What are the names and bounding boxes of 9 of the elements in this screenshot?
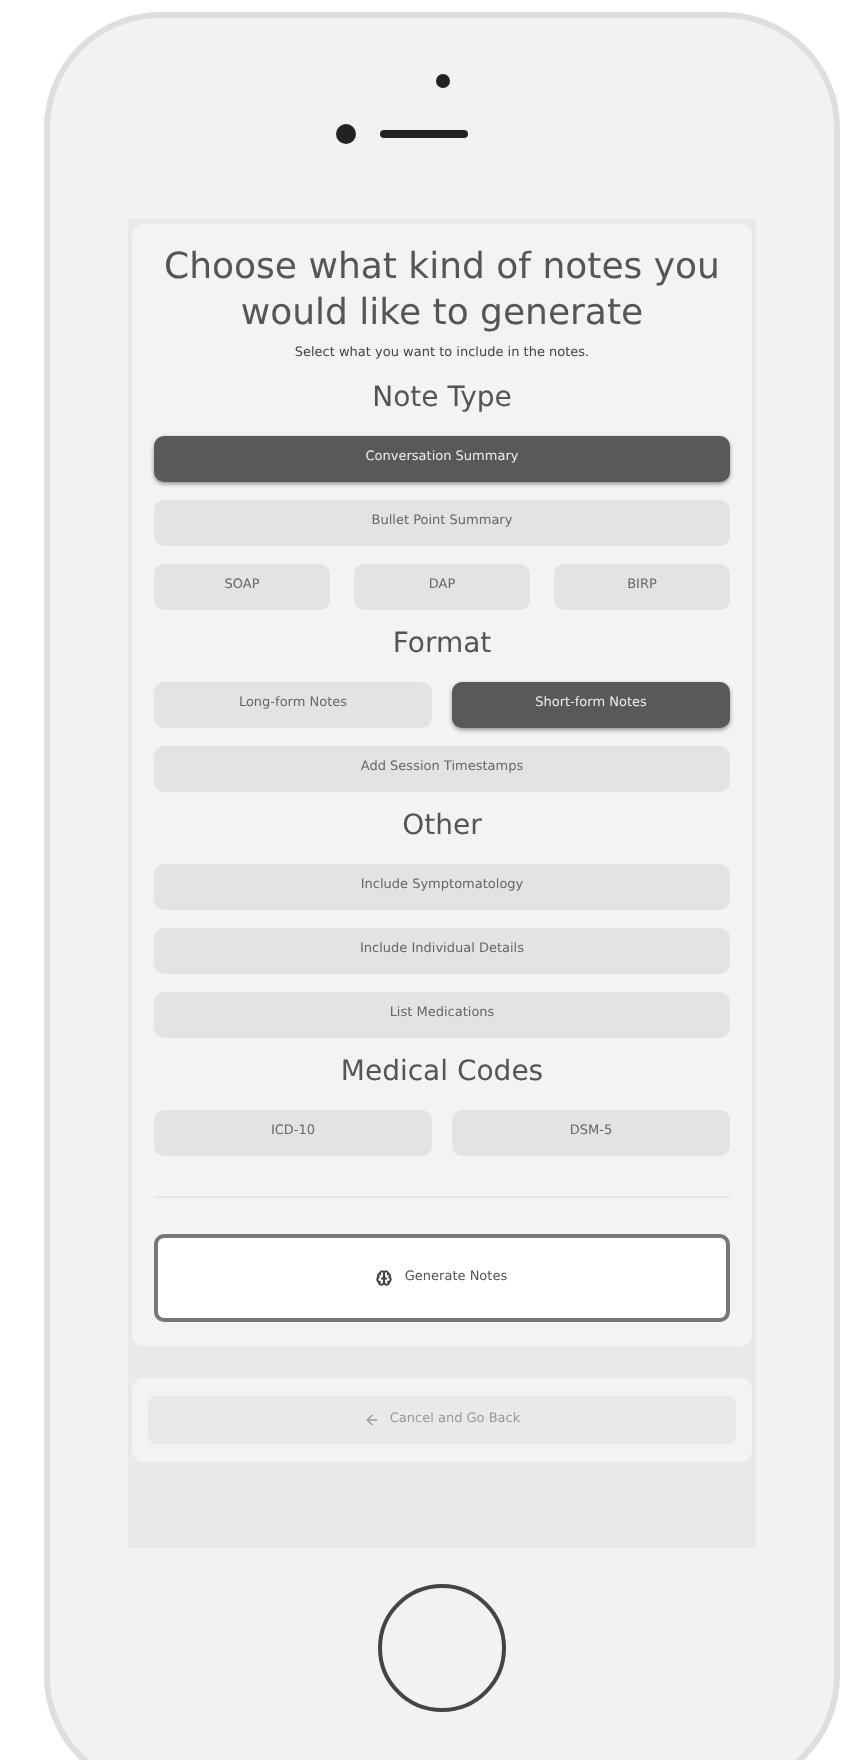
page-title: Choose what kind of notes you would like to generate [162,244,722,336]
section-heading: Note Type [370,379,514,418]
speaker-slot [380,130,468,138]
section-heading: Medical Codes [338,1053,546,1092]
brain-icon [376,1269,393,1286]
back-arrow-icon [363,1411,380,1428]
home-button[interactable] [378,1584,506,1712]
section-heading: Format [390,625,494,664]
section-heading: Other [400,807,484,846]
